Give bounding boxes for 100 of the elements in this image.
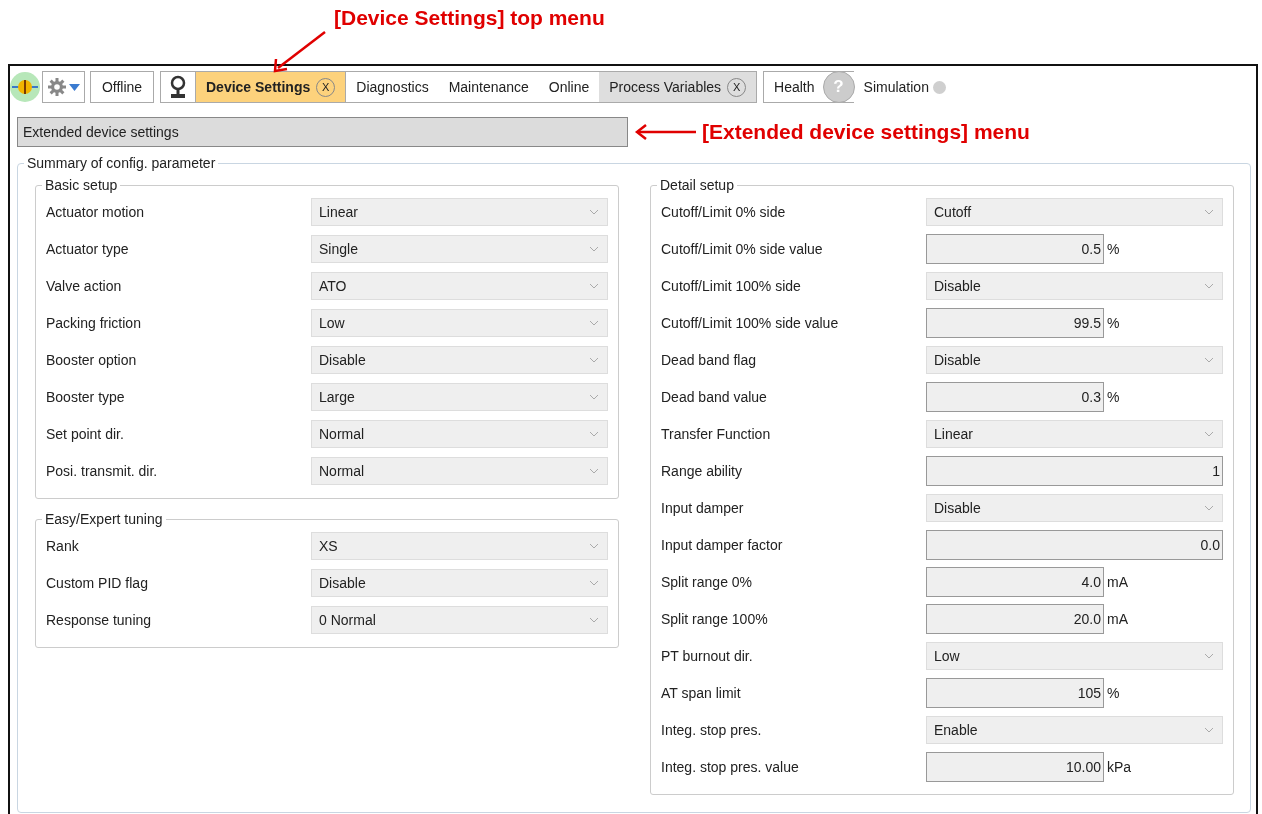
dropdown-field[interactable]: Normal xyxy=(311,420,608,448)
field-label: Dead band flag xyxy=(660,352,757,368)
number-field[interactable]: 4.0 xyxy=(926,567,1104,597)
chevron-icon xyxy=(1204,727,1214,733)
field-label: Input damper factor xyxy=(660,537,784,553)
group-title: Detail setup xyxy=(657,177,737,193)
dropdown-field[interactable]: Linear xyxy=(311,198,608,226)
dropdown-field[interactable]: Enable xyxy=(926,716,1223,744)
field-label: Transfer Function xyxy=(660,426,772,442)
dropdown-field[interactable]: Normal xyxy=(311,457,608,485)
field-label: Set point dir. xyxy=(45,426,125,442)
annotation-arrow xyxy=(273,31,326,73)
chevron-icon xyxy=(589,320,599,326)
dropdown-field[interactable]: Disable xyxy=(926,494,1223,522)
dropdown-field[interactable]: Single xyxy=(311,235,608,263)
dropdown-field[interactable]: Cutoff xyxy=(926,198,1223,226)
field-label: Split range 100% xyxy=(660,611,769,627)
dropdown-field[interactable]: 0 Normal xyxy=(311,606,608,634)
chevron-icon xyxy=(589,357,599,363)
unit-label: % xyxy=(1107,241,1120,257)
tab[interactable]: Diagnostics xyxy=(346,72,439,102)
tab[interactable]: Maintenance xyxy=(438,72,539,102)
annotation-text: [Device Settings] top menu xyxy=(334,6,605,29)
field-label: Split range 0% xyxy=(660,574,754,590)
annotation-text: [Extended device settings] menu xyxy=(702,120,1030,144)
chevron-icon xyxy=(589,283,599,289)
field-label: Input damper xyxy=(660,500,745,516)
field-label: Cutoff/Limit 100% side value xyxy=(660,315,840,331)
field-label: Rank xyxy=(45,538,80,554)
field-label: Custom PID flag xyxy=(45,575,149,591)
field-label: Valve action xyxy=(45,278,123,294)
chevron-icon xyxy=(1204,209,1214,215)
field-label: Packing friction xyxy=(45,315,142,331)
group-title: Summary of config. parameter xyxy=(24,155,219,171)
offline-button[interactable]: Offline xyxy=(90,71,154,103)
settings-button[interactable] xyxy=(42,71,85,103)
chevron-icon xyxy=(1204,505,1214,511)
settings-icon xyxy=(47,77,67,97)
field-label: Integ. stop pres. xyxy=(660,722,763,738)
number-field[interactable]: 0.5 xyxy=(926,234,1104,264)
annotation-arrow xyxy=(634,124,696,140)
help-icon: ? xyxy=(822,71,855,103)
pin-icon[interactable] xyxy=(169,75,187,99)
tab[interactable]: Process Variables X xyxy=(599,72,757,102)
number-field[interactable]: 0.3 xyxy=(926,382,1104,412)
chevron-icon xyxy=(589,580,599,586)
field-label: AT span limit xyxy=(660,685,742,701)
chevron-icon xyxy=(1204,653,1214,659)
field-label: Cutoff/Limit 0% side xyxy=(660,204,787,220)
unit-label: % xyxy=(1107,315,1120,331)
number-field[interactable]: 105 xyxy=(926,678,1104,708)
field-label: Integ. stop pres. value xyxy=(660,759,800,775)
chevron-icon xyxy=(1204,431,1214,437)
unit-label: % xyxy=(1107,685,1120,701)
simulation-label: Simulation xyxy=(863,79,929,95)
field-label: Cutoff/Limit 100% side xyxy=(660,278,802,294)
field-label: Posi. transmit. dir. xyxy=(45,463,159,479)
health-button[interactable]: Health ? xyxy=(763,71,854,103)
group-title: Easy/Expert tuning xyxy=(42,511,166,527)
field-label: Booster option xyxy=(45,352,138,368)
number-field[interactable]: 20.0 xyxy=(926,604,1104,634)
number-field[interactable]: 99.5 xyxy=(926,308,1104,338)
number-field[interactable]: 10.00 xyxy=(926,752,1104,782)
chevron-icon xyxy=(589,209,599,215)
unit-label: mA xyxy=(1107,574,1128,590)
number-field[interactable]: 0.0 xyxy=(926,530,1223,560)
menu-button[interactable]: Extended device settings xyxy=(17,117,628,147)
field-label: Dead band value xyxy=(660,389,768,405)
field-label: Actuator type xyxy=(45,241,130,257)
logo-icon[interactable] xyxy=(10,72,40,102)
dropdown-field[interactable]: Disable xyxy=(926,346,1223,374)
caret-icon xyxy=(69,83,80,91)
dropdown-field[interactable]: XS xyxy=(311,532,608,560)
dropdown-field[interactable]: ATO xyxy=(311,272,608,300)
dropdown-field[interactable]: Disable xyxy=(926,272,1223,300)
field-label: Actuator motion xyxy=(45,204,146,220)
dropdown-field[interactable]: Disable xyxy=(311,569,608,597)
chevron-icon xyxy=(589,617,599,623)
chevron-icon xyxy=(1204,357,1214,363)
chevron-icon xyxy=(1204,283,1214,289)
unit-label: kPa xyxy=(1107,759,1132,775)
field-label: Cutoff/Limit 0% side value xyxy=(660,241,824,257)
dropdown-field[interactable]: Linear xyxy=(926,420,1223,448)
dropdown-field[interactable]: Low xyxy=(926,642,1223,670)
field-label: PT burnout dir. xyxy=(660,648,754,664)
tab[interactable]: Online xyxy=(538,72,600,102)
group-title: Basic setup xyxy=(42,177,121,193)
chevron-icon xyxy=(589,543,599,549)
tab[interactable]: Device Settings X xyxy=(196,72,347,102)
dropdown-field[interactable]: Disable xyxy=(311,346,608,374)
chevron-icon xyxy=(589,246,599,252)
dropdown-field[interactable]: Low xyxy=(311,309,608,337)
field-label: Booster type xyxy=(45,389,126,405)
unit-label: % xyxy=(1107,389,1120,405)
field-label: Response tuning xyxy=(45,612,153,628)
unit-label: mA xyxy=(1107,611,1128,627)
chevron-icon xyxy=(589,394,599,400)
number-field[interactable]: 1 xyxy=(926,456,1223,486)
dropdown-field[interactable]: Large xyxy=(311,383,608,411)
field-label: Range ability xyxy=(660,463,743,479)
